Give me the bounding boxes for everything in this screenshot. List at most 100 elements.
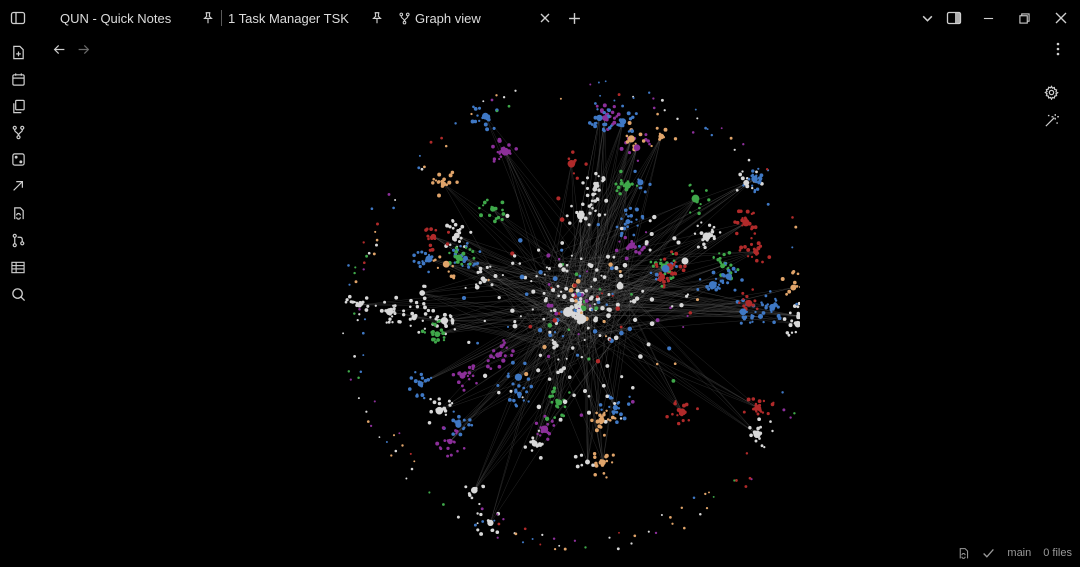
graph-node[interactable] [348,294,352,299]
graph-hub-node[interactable] [602,115,608,121]
graph-node[interactable] [619,330,624,336]
graph-hub-node[interactable] [739,308,747,316]
graph-node[interactable] [754,310,757,314]
graph-node[interactable] [458,432,463,437]
graph-node[interactable] [578,274,582,278]
graph-node[interactable] [748,321,752,324]
graph-node[interactable] [714,287,718,292]
graph-node[interactable] [670,305,674,308]
graph-node[interactable] [683,264,687,269]
graph-node[interactable] [422,296,427,301]
graph-node[interactable] [586,410,592,415]
graph-node[interactable] [791,216,794,219]
graph-node[interactable] [409,305,412,309]
graph-node[interactable] [616,185,621,190]
graph-node[interactable] [679,303,684,308]
graph-node[interactable] [456,515,460,519]
graph-node[interactable] [644,133,648,137]
graph-hub-node[interactable] [419,290,426,296]
tab-quick-notes[interactable]: QUN - Quick Notes [60,4,171,32]
graph-node[interactable] [691,131,695,134]
graph-node[interactable] [553,547,557,551]
graph-node[interactable] [584,162,588,166]
graph-node[interactable] [530,279,533,283]
graph-hub-node[interactable] [720,263,726,269]
graph-node[interactable] [615,306,621,311]
graph-hub-node[interactable] [516,391,522,397]
graph-node[interactable] [470,496,474,500]
graph-node[interactable] [757,180,761,185]
graph-node[interactable] [512,254,517,258]
graph-node[interactable] [423,312,428,316]
graph-hub-node[interactable] [757,313,764,320]
file-sync-icon[interactable] [957,547,970,560]
graph-node[interactable] [597,188,601,192]
graph-node[interactable] [434,179,438,182]
graph-node[interactable] [619,226,624,231]
graph-hub-node[interactable] [753,249,759,255]
graph-node[interactable] [505,346,508,349]
graph-node[interactable] [718,252,721,255]
graph-node[interactable] [485,198,489,202]
graph-node[interactable] [478,119,481,123]
graph-node[interactable] [364,296,369,300]
graph-node[interactable] [546,437,550,441]
graph-node[interactable] [522,399,525,402]
graph-node[interactable] [467,378,471,381]
graph-node[interactable] [489,354,493,359]
graph-node[interactable] [648,91,651,94]
graph-node[interactable] [673,362,677,366]
graph-node[interactable] [712,225,716,229]
graph-node[interactable] [747,158,751,162]
graph-node[interactable] [432,259,435,262]
graph-node[interactable] [361,331,365,335]
graph-node[interactable] [401,444,404,447]
graph-node[interactable] [430,247,435,252]
graph-node[interactable] [762,399,766,403]
graph-node[interactable] [663,272,667,276]
graph-node[interactable] [588,263,594,269]
graph-node[interactable] [604,335,608,338]
graph-hub-node[interactable] [628,242,635,249]
graph-node[interactable] [514,388,518,392]
graph-node[interactable] [608,395,613,400]
graph-node[interactable] [772,320,776,325]
graph-node[interactable] [571,346,575,350]
graph-node[interactable] [538,434,542,437]
graph-node[interactable] [686,314,689,318]
graph-node[interactable] [567,157,571,160]
graph-node[interactable] [525,390,529,394]
graph-node[interactable] [537,327,543,333]
graph-node[interactable] [580,311,583,315]
graph-node[interactable] [733,220,737,224]
graph-node[interactable] [734,478,738,482]
graph-node[interactable] [584,299,589,303]
graph-node[interactable] [431,333,435,337]
graph-node[interactable] [455,260,459,264]
graph-node[interactable] [619,169,623,174]
graph-node[interactable] [472,105,475,109]
graph-node[interactable] [542,344,547,350]
graph-hub-node[interactable] [743,179,750,186]
graph-node[interactable] [654,262,658,267]
graph-node[interactable] [370,207,374,211]
graph-node[interactable] [591,206,594,210]
graph-node[interactable] [467,365,472,370]
graph-hub-node[interactable] [599,459,606,466]
graph-node[interactable] [553,416,556,419]
graph-node[interactable] [636,224,639,227]
graph-node[interactable] [637,251,642,255]
graph-node[interactable] [349,378,352,381]
graph-node[interactable] [720,127,723,130]
graph-node[interactable] [579,453,584,457]
graph-node[interactable] [663,257,667,261]
graph-node[interactable] [590,123,594,126]
graph-node[interactable] [780,277,785,281]
file-sync-icon[interactable] [8,203,28,223]
graph-node[interactable] [410,467,414,471]
graph-hub-node[interactable] [435,406,444,415]
graph-node[interactable] [354,266,357,269]
graph-node[interactable] [559,290,563,294]
graph-node[interactable] [631,385,635,390]
graph-node[interactable] [531,308,534,311]
